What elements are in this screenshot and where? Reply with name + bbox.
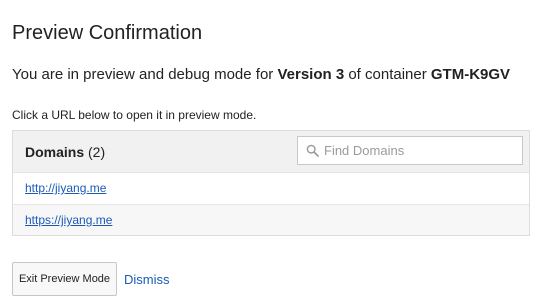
instruction-text: Click a URL below to open it in preview … [12, 108, 257, 122]
domains-header: Domains (2) [13, 131, 529, 173]
domain-search-box[interactable] [297, 136, 523, 165]
domains-heading: Domains (2) [25, 144, 105, 160]
search-icon [302, 137, 322, 164]
domains-label: Domains [25, 144, 85, 160]
page-title: Preview Confirmation [12, 22, 203, 44]
summary-middle: of container [344, 66, 431, 83]
exit-preview-mode-button[interactable]: Exit Preview Mode [12, 262, 117, 296]
domain-row: http://jiyang.me [13, 173, 529, 204]
domain-link-https[interactable]: https://jiyang.me [25, 213, 112, 227]
container-id: GTM-K9GV [430, 66, 511, 83]
domain-search-input[interactable] [322, 138, 516, 163]
preview-confirmation-dialog: Preview Confirmation You are in preview … [0, 0, 540, 307]
domain-row: https://jiyang.me [13, 204, 529, 235]
domains-panel: Domains (2) http://jiyang.me https://jiy… [12, 130, 530, 236]
dismiss-link[interactable]: Dismiss [124, 272, 170, 287]
version-label: Version 3 [277, 66, 345, 83]
summary-prefix: You are in preview and debug mode for [12, 66, 278, 83]
domain-link-http[interactable]: http://jiyang.me [25, 181, 106, 195]
domains-count: (2) [88, 144, 106, 160]
preview-summary: You are in preview and debug mode for Ve… [12, 66, 510, 83]
